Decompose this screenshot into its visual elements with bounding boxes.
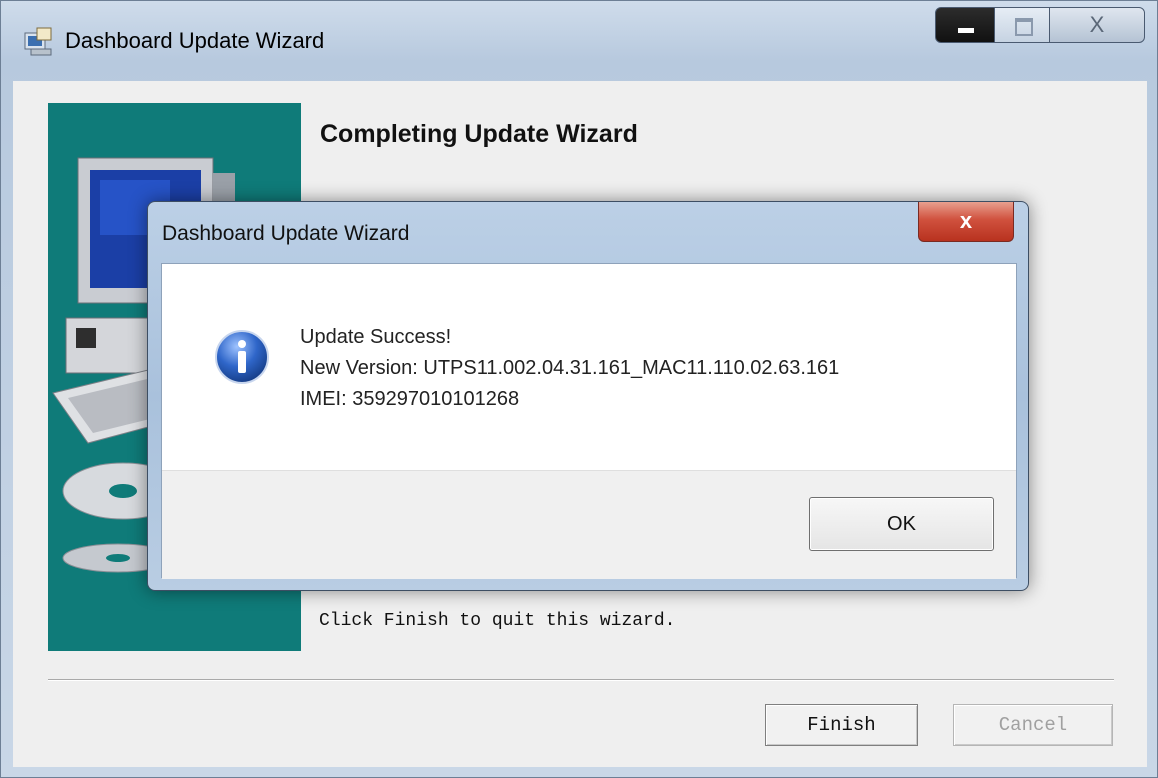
ok-button[interactable]: OK [809, 497, 994, 551]
dialog-message-version: New Version: UTPS11.002.04.31.161_MAC11.… [300, 357, 840, 379]
dialog-title: Dashboard Update Wizard [162, 222, 410, 245]
dialog-message-area: Update Success! New Version: UTPS11.002.… [162, 264, 1016, 470]
dialog-message-status: Update Success! [300, 326, 452, 348]
finish-instruction: Click Finish to quit this wizard. [319, 611, 676, 631]
dialog-body: Update Success! New Version: UTPS11.002.… [161, 263, 1017, 579]
window-title: Dashboard Update Wizard [65, 28, 325, 53]
dialog-close-button[interactable]: x [918, 202, 1014, 242]
footer-divider [48, 679, 1114, 681]
finish-button[interactable]: Finish [765, 704, 918, 746]
dialog-message-imei: IMEI: 359297010101268 [300, 388, 520, 410]
minimize-button[interactable] [935, 7, 995, 43]
message-dialog: Dashboard Update Wizard x Update Success… [147, 201, 1029, 591]
wizard-heading: Completing Update Wizard [320, 120, 638, 148]
wizard-titlebar[interactable]: Dashboard Update Wizard X [1, 1, 1157, 81]
setup-app-icon [24, 27, 52, 56]
cancel-button[interactable]: Cancel [953, 704, 1113, 746]
dialog-button-area: OK [162, 470, 1016, 579]
maximize-button[interactable] [994, 7, 1050, 43]
window-close-button[interactable]: X [1049, 7, 1145, 43]
info-icon [215, 330, 269, 384]
